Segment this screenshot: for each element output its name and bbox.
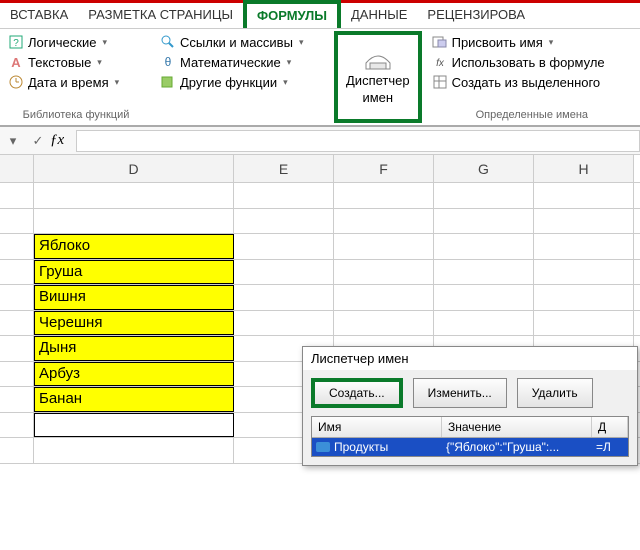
cell-d-sweet-cherry[interactable]: Черешня <box>34 311 234 336</box>
svg-text:θ: θ <box>165 55 172 69</box>
col-header-f[interactable]: F <box>334 155 434 182</box>
clock-icon <box>8 74 24 90</box>
row-d: =Л <box>596 440 611 454</box>
more-icon <box>160 74 176 90</box>
define-name-icon <box>432 34 448 50</box>
select-all-corner[interactable] <box>0 155 34 182</box>
edit-button[interactable]: Изменить... <box>413 378 507 408</box>
use-in-formula-button[interactable]: fx Использовать в формуле <box>430 53 634 71</box>
chevron-down-icon: ▾ <box>97 57 102 68</box>
name-manager-dialog: Лиспетчер имен Создать... Изменить... Уд… <box>302 346 638 466</box>
logical-icon: ? <box>8 34 24 50</box>
theta-icon: θ <box>160 54 176 70</box>
lookup-label: Ссылки и массивы <box>180 35 293 50</box>
formula-bar: ▾ ✓ ƒx <box>0 127 640 155</box>
tab-review[interactable]: РЕЦЕНЗИРОВА <box>417 3 535 28</box>
names-list[interactable]: Имя Значение Д Продукты {"Яблоко":"Груша… <box>311 416 629 457</box>
create-from-selection-button[interactable]: Создать из выделенного <box>430 73 634 91</box>
math-button[interactable]: θ Математические ▾ <box>158 53 326 71</box>
name-manager-icon <box>360 49 396 71</box>
cell-d-melon[interactable]: Дыня <box>34 336 234 361</box>
name-manager-label-1: Диспетчер <box>346 73 410 88</box>
group-label-functions: Библиотека функций <box>6 109 146 121</box>
text-label: Текстовые <box>28 55 91 70</box>
name-row-products[interactable]: Продукты {"Яблоко":"Груша":... =Л <box>312 438 628 456</box>
name-manager-label-2: имен <box>362 90 393 105</box>
text-button[interactable]: A Текстовые ▾ <box>6 53 146 71</box>
svg-text:fx: fx <box>436 58 445 69</box>
math-label: Математические <box>180 55 281 70</box>
row-value: {"Яблоко":"Груша":... <box>446 440 596 454</box>
col-header-value[interactable]: Значение <box>442 417 592 437</box>
chevron-down-icon: ▾ <box>549 37 554 48</box>
col-header-e[interactable]: E <box>234 155 334 182</box>
lookup-button[interactable]: Ссылки и массивы ▾ <box>158 33 326 51</box>
cell-d-watermelon[interactable]: Арбуз <box>34 362 234 387</box>
define-name-label: Присвоить имя <box>452 35 543 50</box>
tab-insert[interactable]: ВСТАВКА <box>0 3 78 28</box>
ribbon: ? Логические▾ A Текстовые▾ Дата и время▾… <box>0 29 640 127</box>
lookup-icon <box>160 34 176 50</box>
row-name: Продукты <box>334 440 446 454</box>
text-icon: A <box>8 54 24 70</box>
datetime-button[interactable]: Дата и время ▾ <box>6 73 146 91</box>
define-name-button[interactable]: Присвоить имя ▾ <box>430 33 634 51</box>
fx-icon: fx <box>432 54 448 70</box>
tab-page-layout[interactable]: РАЗМЕТКА СТРАНИЦЫ <box>78 3 243 28</box>
cell-d-pear[interactable]: Груша <box>34 260 234 285</box>
create-from-sel-icon <box>432 74 448 90</box>
chevron-down-icon: ▾ <box>283 77 288 88</box>
col-header-h[interactable]: H <box>534 155 634 182</box>
name-manager-button[interactable]: Диспетчер имен <box>334 31 422 123</box>
confirm-icon[interactable]: ✓ <box>26 133 50 149</box>
delete-button[interactable]: Удалить <box>517 378 593 408</box>
cell-d-empty[interactable] <box>34 413 234 438</box>
create-from-sel-label: Создать из выделенного <box>452 75 601 90</box>
name-box-dropdown[interactable]: ▾ <box>0 133 26 149</box>
svg-text:?: ? <box>13 38 19 49</box>
chevron-down-icon: ▾ <box>102 37 107 48</box>
cell-d-apple[interactable]: Яблоко <box>34 234 234 259</box>
tab-data[interactable]: ДАННЫЕ <box>341 3 417 28</box>
chevron-down-icon: ▾ <box>299 37 304 48</box>
col-header-d[interactable]: Д <box>592 417 628 437</box>
datetime-label: Дата и время <box>28 75 109 90</box>
col-header-name[interactable]: Имя <box>312 417 442 437</box>
tab-formulas[interactable]: ФОРМУЛЫ <box>243 0 341 28</box>
more-functions-button[interactable]: Другие функции ▾ <box>158 73 326 91</box>
svg-text:A: A <box>11 55 21 70</box>
group-label-names: Определенные имена <box>430 109 634 121</box>
formula-input[interactable] <box>76 130 640 152</box>
logical-label: Логические <box>28 35 96 50</box>
dialog-title: Лиспетчер имен <box>303 347 637 370</box>
col-header-d[interactable]: D <box>34 155 234 182</box>
cell-d-cherry[interactable]: Вишня <box>34 285 234 310</box>
create-button[interactable]: Создать... <box>311 378 403 408</box>
col-header-g[interactable]: G <box>434 155 534 182</box>
logical-button[interactable]: ? Логические ▾ <box>6 33 146 51</box>
use-in-formula-label: Использовать в формуле <box>452 55 605 70</box>
fx-symbol[interactable]: ƒx <box>50 132 76 149</box>
more-label: Другие функции <box>180 75 277 90</box>
table-icon <box>316 442 330 452</box>
chevron-down-icon: ▾ <box>287 57 292 68</box>
ribbon-tabs: ВСТАВКА РАЗМЕТКА СТРАНИЦЫ ФОРМУЛЫ ДАННЫЕ… <box>0 3 640 29</box>
cell-d-banana[interactable]: Банан <box>34 387 234 412</box>
chevron-down-icon: ▾ <box>115 77 120 88</box>
